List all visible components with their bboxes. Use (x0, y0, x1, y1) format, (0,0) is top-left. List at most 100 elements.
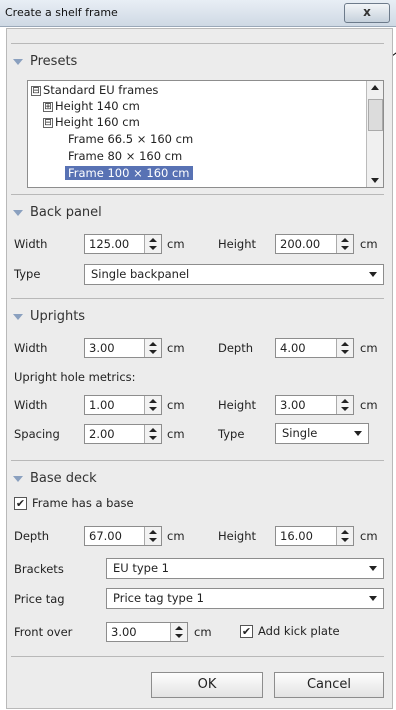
spacing-value[interactable]: 2.00 (89, 427, 115, 441)
spacing-unit: cm (167, 427, 185, 441)
expand-icon[interactable]: ⊞ (43, 102, 53, 112)
front-over-value[interactable]: 3.00 (111, 625, 137, 639)
base-height-unit: cm (360, 529, 378, 543)
has-base-checkbox[interactable]: ✔ (14, 497, 27, 510)
upright-depth-unit: cm (360, 341, 378, 355)
collapse-icon[interactable]: ⊟ (43, 118, 53, 128)
back-type-value[interactable]: Single backpanel (91, 267, 189, 281)
front-over-label: Front over (14, 625, 73, 639)
base-depth-spinbox[interactable]: 67.00 (84, 526, 162, 546)
price-tag-label: Price tag (14, 592, 65, 606)
brackets-value[interactable]: EU type 1 (113, 561, 169, 575)
spin-arrows-icon[interactable] (336, 527, 353, 545)
uprights-header[interactable]: Uprights (30, 309, 85, 324)
hole-width-value[interactable]: 1.00 (89, 398, 115, 412)
upright-width-spinbox[interactable]: 3.00 (84, 338, 162, 358)
brackets-select[interactable]: EU type 1 (106, 558, 384, 579)
separator (11, 298, 384, 299)
price-tag-value[interactable]: Price tag type 1 (113, 591, 204, 605)
upright-width-unit: cm (167, 341, 185, 355)
base-depth-value[interactable]: 67.00 (89, 529, 122, 543)
base-deck-header[interactable]: Base deck (30, 471, 97, 486)
hole-type-label: Type (218, 427, 245, 441)
back-height-label: Height (218, 237, 257, 251)
back-width-value[interactable]: 125.00 (89, 237, 129, 251)
uprights-collapse-icon[interactable] (13, 314, 23, 320)
upright-depth-spinbox[interactable]: 4.00 (275, 338, 354, 358)
tree-scrollbar[interactable] (366, 81, 383, 187)
spin-arrows-icon[interactable] (144, 339, 161, 357)
price-tag-select[interactable]: Price tag type 1 (106, 588, 384, 609)
upright-depth-label: Depth (218, 341, 254, 355)
hole-type-value[interactable]: Single (282, 426, 317, 440)
upright-width-value[interactable]: 3.00 (89, 341, 115, 355)
back-height-value[interactable]: 200.00 (280, 237, 320, 251)
back-width-label: Width (14, 237, 48, 251)
tree-item-frame-80[interactable]: Frame 80 × 160 cm (68, 149, 182, 163)
back-width-unit: cm (167, 237, 185, 251)
spin-arrows-icon[interactable] (144, 396, 161, 414)
separator (11, 460, 384, 461)
tree-item-standard-eu[interactable]: Standard EU frames (43, 83, 158, 97)
back-height-spinbox[interactable]: 200.00 (275, 234, 354, 254)
presets-collapse-icon[interactable] (13, 59, 23, 65)
presets-header[interactable]: Presets (30, 54, 77, 69)
back-panel-header[interactable]: Back panel (30, 205, 102, 220)
tree-item-frame-66-5[interactable]: Frame 66.5 × 160 cm (68, 132, 193, 146)
upright-width-label: Width (14, 341, 48, 355)
ok-button[interactable]: OK (151, 672, 263, 698)
tree-item-height-140[interactable]: Height 140 cm (55, 99, 140, 113)
spin-arrows-icon[interactable] (170, 623, 187, 641)
base-height-spinbox[interactable]: 16.00 (275, 526, 354, 546)
dropdown-arrow-icon[interactable] (369, 566, 377, 571)
scroll-thumb[interactable] (368, 99, 383, 131)
scroll-down-icon[interactable] (371, 178, 379, 183)
base-depth-unit: cm (167, 529, 185, 543)
dropdown-arrow-icon[interactable] (369, 272, 377, 277)
spacing-spinbox[interactable]: 2.00 (84, 424, 162, 444)
scroll-up-icon[interactable] (371, 85, 379, 90)
front-over-spinbox[interactable]: 3.00 (106, 622, 188, 642)
back-panel-collapse-icon[interactable] (13, 210, 23, 216)
spin-arrows-icon[interactable] (144, 425, 161, 443)
presets-tree[interactable]: ⊟ Standard EU frames ⊞ Height 140 cm ⊟ H… (27, 80, 384, 188)
dialog-window: Create a shelf frame x Presets ⊟ Standar… (0, 0, 396, 710)
back-width-spinbox[interactable]: 125.00 (84, 234, 162, 254)
kick-plate-label[interactable]: Add kick plate (258, 624, 340, 638)
back-type-select[interactable]: Single backpanel (84, 264, 384, 285)
tree-item-height-160[interactable]: Height 160 cm (55, 115, 140, 129)
back-type-label: Type (14, 267, 41, 281)
hole-width-unit: cm (167, 398, 185, 412)
spin-arrows-icon[interactable] (144, 235, 161, 253)
spin-arrows-icon[interactable] (144, 527, 161, 545)
spin-arrows-icon[interactable] (336, 339, 353, 357)
tree-item-frame-100[interactable]: Frame 100 × 160 cm (65, 166, 193, 180)
back-height-unit: cm (360, 237, 378, 251)
dropdown-arrow-icon[interactable] (354, 431, 362, 436)
separator (11, 194, 384, 195)
base-height-value[interactable]: 16.00 (280, 529, 313, 543)
separator (11, 43, 384, 44)
hole-height-unit: cm (360, 398, 378, 412)
base-deck-collapse-icon[interactable] (13, 476, 23, 482)
collapse-icon[interactable]: ⊟ (31, 86, 41, 96)
hole-height-label: Height (218, 398, 257, 412)
base-depth-label: Depth (14, 529, 50, 543)
hole-width-spinbox[interactable]: 1.00 (84, 395, 162, 415)
hole-type-select[interactable]: Single (275, 423, 369, 444)
has-base-label[interactable]: Frame has a base (32, 496, 134, 510)
brackets-label: Brackets (14, 562, 64, 576)
dropdown-arrow-icon[interactable] (369, 596, 377, 601)
kick-plate-checkbox[interactable]: ✔ (240, 625, 253, 638)
spacing-label: Spacing (14, 427, 60, 441)
spin-arrows-icon[interactable] (336, 235, 353, 253)
hole-width-label: Width (14, 398, 48, 412)
upright-depth-value[interactable]: 4.00 (280, 341, 306, 355)
hole-height-value[interactable]: 3.00 (280, 398, 306, 412)
spin-arrows-icon[interactable] (336, 396, 353, 414)
separator (11, 656, 384, 657)
hole-height-spinbox[interactable]: 3.00 (275, 395, 354, 415)
base-height-label: Height (218, 529, 257, 543)
front-over-unit: cm (194, 625, 212, 639)
cancel-button[interactable]: Cancel (274, 672, 384, 698)
